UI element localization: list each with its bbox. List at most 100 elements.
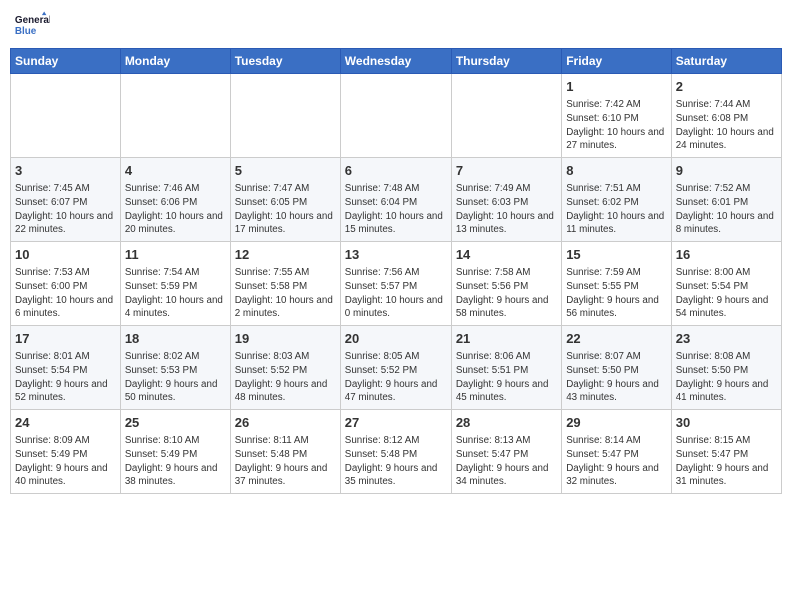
logo: General Blue	[14, 10, 50, 40]
day-number: 14	[456, 246, 557, 264]
day-info: Sunrise: 8:13 AMSunset: 5:47 PMDaylight:…	[456, 434, 557, 489]
calendar-cell: 27Sunrise: 8:12 AMSunset: 5:48 PMDayligh…	[340, 410, 451, 494]
day-number: 23	[676, 330, 777, 348]
day-info: Sunrise: 8:03 AMSunset: 5:52 PMDaylight:…	[235, 350, 336, 405]
day-number: 15	[566, 246, 667, 264]
calendar-cell: 16 Sunrise: 8:00 AMSunset: 5:54 PMDayligh…	[671, 242, 781, 326]
calendar-cell: 23 Sunrise: 8:08 AMSunset: 5:50 PMDayligh…	[671, 326, 781, 410]
day-number: 20	[345, 330, 447, 348]
day-of-week-header: Sunday	[11, 49, 121, 74]
calendar-cell: 7 Sunrise: 7:49 AMSunset: 6:03 PMDaylight…	[451, 158, 561, 242]
calendar-body: 1Sunrise: 7:42 AMSunset: 6:10 PMDaylight…	[11, 74, 782, 494]
day-of-week-header: Friday	[562, 49, 672, 74]
day-number: 8	[566, 162, 667, 180]
day-number: 28	[456, 414, 557, 432]
day-info: Sunrise: 8:06 AMSunset: 5:51 PMDaylight:…	[456, 350, 557, 405]
day-number: 4	[125, 162, 226, 180]
day-info: Sunrise: 8:14 AMSunset: 5:47 PMDaylight:…	[566, 434, 667, 489]
calendar-cell: 8 Sunrise: 7:51 AMSunset: 6:02 PMDaylight…	[562, 158, 672, 242]
day-number: 30	[676, 414, 777, 432]
day-info: Sunrise: 8:02 AMSunset: 5:53 PMDaylight:…	[125, 350, 226, 405]
day-number: 5	[235, 162, 336, 180]
day-number: 2	[676, 78, 777, 96]
calendar-cell: 22 Sunrise: 8:07 AMSunset: 5:50 PMDayligh…	[562, 326, 672, 410]
day-info: Sunrise: 7:51 AMSunset: 6:02 PMDaylight:…	[566, 182, 667, 237]
calendar-cell: 29 Sunrise: 8:14 AMSunset: 5:47 PMDayligh…	[562, 410, 672, 494]
day-info: Sunrise: 7:48 AMSunset: 6:04 PMDaylight:…	[345, 182, 447, 237]
day-of-week-header: Wednesday	[340, 49, 451, 74]
day-info: Sunrise: 7:49 AMSunset: 6:03 PMDaylight:…	[456, 182, 557, 237]
day-number: 7	[456, 162, 557, 180]
day-number: 19	[235, 330, 336, 348]
calendar-cell: 19 Sunrise: 8:03 AMSunset: 5:52 PMDayligh…	[230, 326, 340, 410]
calendar-cell	[230, 74, 340, 158]
calendar-cell: 21Sunrise: 8:06 AMSunset: 5:51 PMDayligh…	[451, 326, 561, 410]
day-info: Sunrise: 7:59 AMSunset: 5:55 PMDaylight:…	[566, 266, 667, 321]
day-number: 12	[235, 246, 336, 264]
calendar-cell: 10 Sunrise: 7:53 AMSunset: 6:00 PMDayligh…	[11, 242, 121, 326]
calendar-week-row: 10 Sunrise: 7:53 AMSunset: 6:00 PMDayligh…	[11, 242, 782, 326]
calendar-cell: 5 Sunrise: 7:47 AMSunset: 6:05 PMDaylight…	[230, 158, 340, 242]
day-info: Sunrise: 7:47 AMSunset: 6:05 PMDaylight:…	[235, 182, 336, 237]
calendar-cell	[451, 74, 561, 158]
calendar-cell: 12 Sunrise: 7:55 AMSunset: 5:58 PMDayligh…	[230, 242, 340, 326]
calendar-cell: 25 Sunrise: 8:10 AMSunset: 5:49 PMDayligh…	[120, 410, 230, 494]
header-row: SundayMondayTuesdayWednesdayThursdayFrid…	[11, 49, 782, 74]
day-number: 3	[15, 162, 116, 180]
day-info: Sunrise: 8:11 AMSunset: 5:48 PMDaylight:…	[235, 434, 336, 489]
day-info: Sunrise: 7:44 AMSunset: 6:08 PMDaylight:…	[676, 98, 777, 153]
calendar-cell: 13 Sunrise: 7:56 AMSunset: 5:57 PMDayligh…	[340, 242, 451, 326]
day-info: Sunrise: 8:10 AMSunset: 5:49 PMDaylight:…	[125, 434, 226, 489]
day-info: Sunrise: 7:46 AMSunset: 6:06 PMDaylight:…	[125, 182, 226, 237]
day-info: Sunrise: 8:09 AMSunset: 5:49 PMDaylight:…	[15, 434, 116, 489]
day-number: 26	[235, 414, 336, 432]
day-of-week-header: Monday	[120, 49, 230, 74]
day-info: Sunrise: 8:05 AMSunset: 5:52 PMDaylight:…	[345, 350, 447, 405]
day-number: 11	[125, 246, 226, 264]
day-number: 9	[676, 162, 777, 180]
day-info: Sunrise: 8:08 AMSunset: 5:50 PMDaylight:…	[676, 350, 777, 405]
day-number: 6	[345, 162, 447, 180]
calendar-cell: 2 Sunrise: 7:44 AMSunset: 6:08 PMDaylight…	[671, 74, 781, 158]
day-number: 16	[676, 246, 777, 264]
calendar-cell: 17Sunrise: 8:01 AMSunset: 5:54 PMDayligh…	[11, 326, 121, 410]
day-of-week-header: Saturday	[671, 49, 781, 74]
calendar-cell: 1Sunrise: 7:42 AMSunset: 6:10 PMDaylight…	[562, 74, 672, 158]
svg-text:Blue: Blue	[15, 26, 37, 37]
day-number: 1	[566, 78, 667, 96]
day-info: Sunrise: 7:56 AMSunset: 5:57 PMDaylight:…	[345, 266, 447, 321]
day-number: 22	[566, 330, 667, 348]
calendar-week-row: 24 Sunrise: 8:09 AMSunset: 5:49 PMDayligh…	[11, 410, 782, 494]
calendar-cell: 20 Sunrise: 8:05 AMSunset: 5:52 PMDayligh…	[340, 326, 451, 410]
day-info: Sunrise: 7:54 AMSunset: 5:59 PMDaylight:…	[125, 266, 226, 321]
calendar-cell: 26 Sunrise: 8:11 AMSunset: 5:48 PMDayligh…	[230, 410, 340, 494]
calendar-cell: 15 Sunrise: 7:59 AMSunset: 5:55 PMDayligh…	[562, 242, 672, 326]
day-info: Sunrise: 7:53 AMSunset: 6:00 PMDaylight:…	[15, 266, 116, 321]
day-number: 10	[15, 246, 116, 264]
calendar-cell: 3 Sunrise: 7:45 AMSunset: 6:07 PMDaylight…	[11, 158, 121, 242]
calendar-cell: 9Sunrise: 7:52 AMSunset: 6:01 PMDaylight…	[671, 158, 781, 242]
day-number: 24	[15, 414, 116, 432]
calendar-cell: 30 Sunrise: 8:15 AMSunset: 5:47 PMDayligh…	[671, 410, 781, 494]
day-info: Sunrise: 8:15 AMSunset: 5:47 PMDaylight:…	[676, 434, 777, 489]
day-info: Sunrise: 7:55 AMSunset: 5:58 PMDaylight:…	[235, 266, 336, 321]
day-info: Sunrise: 7:58 AMSunset: 5:56 PMDaylight:…	[456, 266, 557, 321]
day-number: 29	[566, 414, 667, 432]
day-info: Sunrise: 8:01 AMSunset: 5:54 PMDaylight:…	[15, 350, 116, 405]
calendar-cell	[11, 74, 121, 158]
calendar-cell: 18Sunrise: 8:02 AMSunset: 5:53 PMDayligh…	[120, 326, 230, 410]
calendar-cell: 4 Sunrise: 7:46 AMSunset: 6:06 PMDaylight…	[120, 158, 230, 242]
day-number: 25	[125, 414, 226, 432]
day-number: 27	[345, 414, 447, 432]
day-info: Sunrise: 8:07 AMSunset: 5:50 PMDaylight:…	[566, 350, 667, 405]
page-header: General Blue	[10, 10, 782, 40]
day-info: Sunrise: 7:45 AMSunset: 6:07 PMDaylight:…	[15, 182, 116, 237]
day-of-week-header: Thursday	[451, 49, 561, 74]
calendar-week-row: 17Sunrise: 8:01 AMSunset: 5:54 PMDayligh…	[11, 326, 782, 410]
calendar-week-row: 3 Sunrise: 7:45 AMSunset: 6:07 PMDaylight…	[11, 158, 782, 242]
day-number: 13	[345, 246, 447, 264]
day-info: Sunrise: 8:00 AMSunset: 5:54 PMDaylight:…	[676, 266, 777, 321]
calendar-cell: 24 Sunrise: 8:09 AMSunset: 5:49 PMDayligh…	[11, 410, 121, 494]
calendar-cell: 6 Sunrise: 7:48 AMSunset: 6:04 PMDaylight…	[340, 158, 451, 242]
calendar-header: SundayMondayTuesdayWednesdayThursdayFrid…	[11, 49, 782, 74]
